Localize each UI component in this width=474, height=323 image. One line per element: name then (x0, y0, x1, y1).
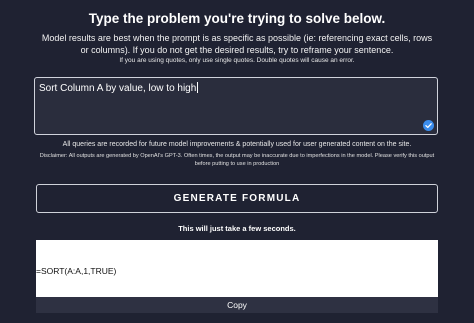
prompt-value: Sort Column A by value, low to high (39, 82, 199, 94)
formula-result: =SORT(A:A,1,TRUE) (36, 266, 117, 276)
copy-button[interactable]: Copy (36, 297, 438, 313)
generate-formula-button[interactable]: GENERATE FORMULA (36, 184, 438, 213)
quote-note: If you are using quotes, only use single… (119, 57, 355, 64)
prompt-textarea[interactable]: Sort Column A by value, low to high (34, 77, 438, 135)
text-caret (197, 82, 199, 93)
wait-message: This will just take a few seconds. (178, 224, 296, 233)
result-output: =SORT(A:A,1,TRUE) (36, 240, 438, 297)
instructions-text: Model results are best when the prompt i… (41, 33, 433, 55)
page-title: Type the problem you're trying to solve … (88, 11, 386, 26)
disclaimer-text: Disclaimer: All outputs are generated by… (39, 153, 435, 167)
recording-notice: All queries are recorded for future mode… (62, 141, 412, 148)
check-circle-icon (423, 120, 434, 131)
